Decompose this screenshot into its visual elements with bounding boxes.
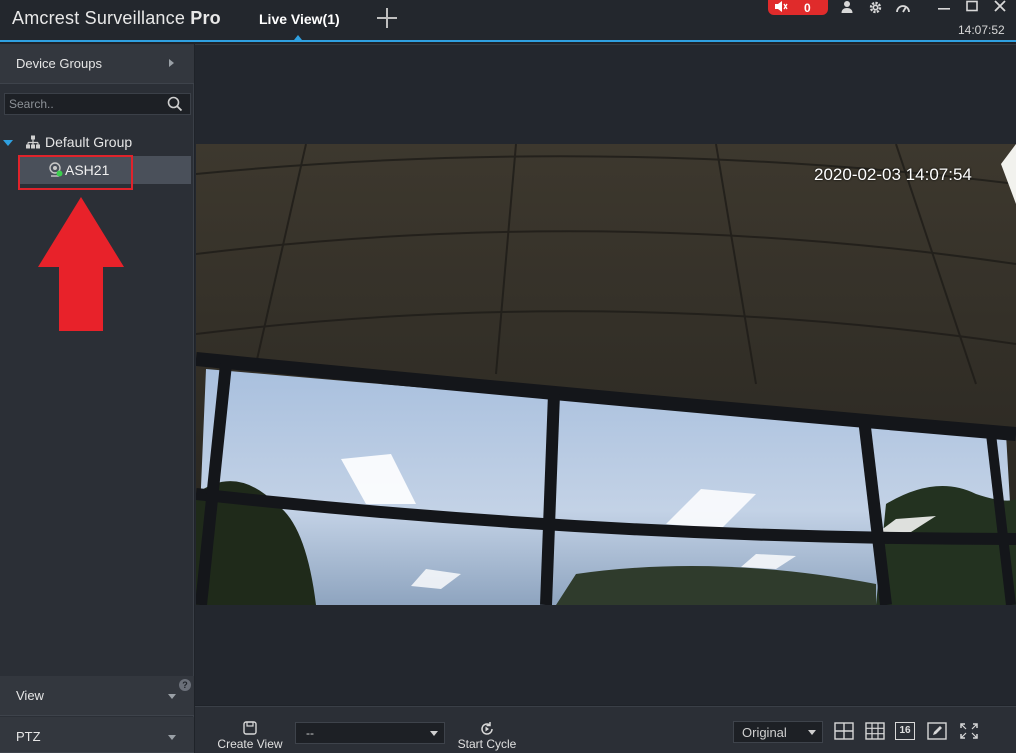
red-up-arrow-annotation <box>38 197 124 331</box>
add-tab-plus-icon[interactable] <box>376 7 398 29</box>
active-tab-indicator <box>294 35 302 40</box>
layout-16-button[interactable]: 16 <box>895 722 915 740</box>
view-label: View <box>16 688 44 703</box>
view-select-value: -- <box>306 726 314 740</box>
user-icon[interactable] <box>838 0 856 15</box>
search-input[interactable] <box>9 95 159 113</box>
live-view-area: 2020-02-03 14:07:54 <box>195 44 1016 705</box>
stream-ratio-select[interactable]: Original <box>733 721 823 743</box>
bottom-toolbar: Create View -- Start Cycle Original 16 <box>195 706 1016 753</box>
dropdown-arrow-icon <box>430 731 438 736</box>
cycle-icon <box>451 721 523 737</box>
device-groups-label: Device Groups <box>16 56 102 71</box>
app-window: Amcrest Surveillance Pro Live View(1) 0 <box>0 0 1016 753</box>
minimize-icon[interactable] <box>935 0 953 15</box>
search-icon[interactable] <box>167 96 183 112</box>
expand-triangle-icon[interactable] <box>3 140 13 146</box>
maximize-icon[interactable] <box>963 0 981 15</box>
tab-live-view[interactable]: Live View(1) <box>259 11 340 27</box>
fullscreen-icon[interactable] <box>959 722 979 740</box>
chevron-down-icon <box>168 694 176 699</box>
layout-9-icon[interactable] <box>865 722 885 740</box>
device-search <box>4 93 191 115</box>
alarm-count: 0 <box>804 1 811 15</box>
title-bar: Amcrest Surveillance Pro Live View(1) 0 <box>0 0 1016 42</box>
view-select[interactable]: -- <box>295 722 445 744</box>
camera-video-feed[interactable]: 2020-02-03 14:07:54 <box>196 144 1016 605</box>
device-sidebar: Device Groups Default Group ASH21 <box>0 44 194 753</box>
view-section-header[interactable]: View <box>0 676 194 716</box>
alarm-indicator[interactable]: 0 <box>768 0 828 15</box>
chevron-right-icon <box>169 59 174 67</box>
app-name: Amcrest Surveillance <box>12 8 186 28</box>
video-frame-image <box>196 144 1016 605</box>
layout-4-icon[interactable] <box>834 722 854 740</box>
settings-gear-icon[interactable] <box>866 0 884 15</box>
start-cycle-label: Start Cycle <box>457 737 517 751</box>
start-cycle-button[interactable]: Start Cycle <box>451 721 523 751</box>
tree-item-default-group[interactable]: Default Group <box>0 132 194 154</box>
app-title: Amcrest Surveillance Pro <box>12 8 221 29</box>
app-name-pro: Pro <box>190 8 221 28</box>
performance-gauge-icon[interactable] <box>894 0 912 15</box>
system-clock: 14:07:52 <box>958 23 1005 37</box>
group-label: Default Group <box>45 134 133 150</box>
close-icon[interactable] <box>991 0 1009 15</box>
device-groups-header[interactable]: Device Groups <box>0 44 194 84</box>
ptz-section-header[interactable]: PTZ <box>0 717 194 753</box>
edit-layout-icon[interactable] <box>927 722 947 740</box>
ptz-label: PTZ <box>16 729 41 744</box>
create-view-button[interactable]: Create View <box>213 721 287 751</box>
stream-ratio-value: Original <box>742 725 787 740</box>
speaker-mute-icon <box>774 0 788 16</box>
dropdown-arrow-icon <box>808 730 816 735</box>
save-view-icon <box>213 721 287 737</box>
create-view-label: Create View <box>217 737 283 751</box>
help-icon[interactable]: ? <box>179 679 191 691</box>
video-timestamp-overlay: 2020-02-03 14:07:54 <box>814 165 972 184</box>
org-tree-icon <box>25 135 41 149</box>
highlight-box <box>18 155 133 190</box>
chevron-down-icon <box>168 735 176 740</box>
